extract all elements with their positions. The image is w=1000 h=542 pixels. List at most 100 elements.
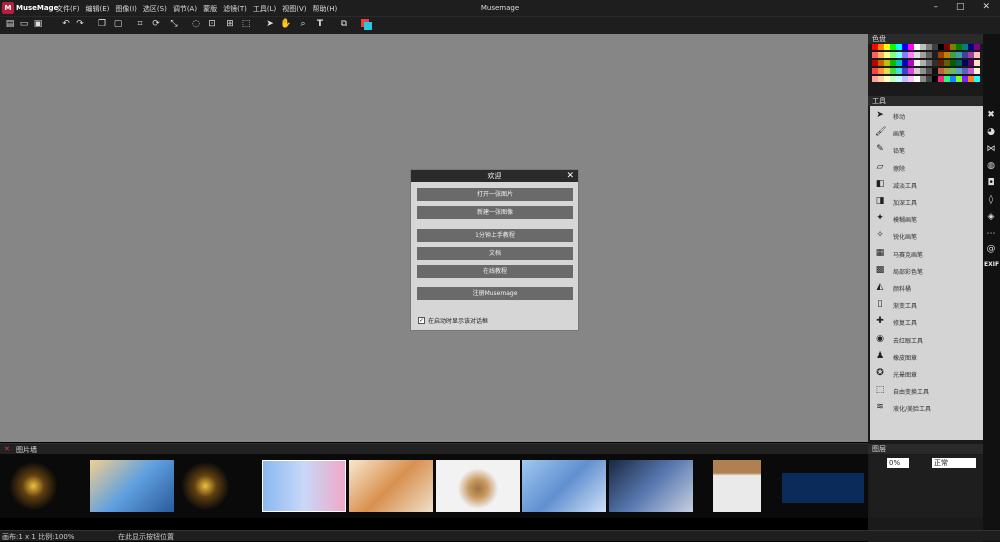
paste-icon[interactable]: ▢ [112,18,124,31]
tool-label: 液化/美脸工具 [893,406,932,414]
tool-item[interactable]: ≋ 液化/美脸工具 [870,399,983,416]
tool-label: 橡皮图章 [893,354,918,362]
startup-checkbox[interactable]: ✓ [418,317,425,324]
tool-label: 渐变工具 [893,303,918,311]
zoom-icon[interactable]: ⌕ [297,18,309,31]
crop-icon[interactable]: ⌗ [134,18,146,31]
red-eye-icon: ◉ [876,333,884,344]
dialog-close-icon[interactable]: ✕ [566,170,574,182]
free-transform-icon: ⬚ [875,385,885,396]
online-tutorial-button[interactable]: 在线教程 [417,265,573,278]
color-wheel-icon[interactable]: ◍ [986,161,996,171]
layers-icon[interactable]: ⧉ [338,18,350,31]
tool-label: 修复工具 [893,320,918,328]
thumbnail[interactable] [176,460,260,512]
tool-item[interactable]: ✎ 铅笔 [870,141,983,158]
tool-item[interactable]: ➤ 移动 [870,107,983,124]
grid-icon[interactable]: ⊞ [224,18,236,31]
tool-item[interactable]: ✧ 锐化画笔 [870,227,983,244]
tool-label: 自由变换工具 [893,389,930,397]
thumbnail[interactable] [782,473,864,503]
transform-icon[interactable]: ⊡ [206,18,218,31]
camera-icon[interactable]: ◘ [986,178,996,188]
close-button[interactable]: ✕ [982,2,990,12]
redo-icon[interactable]: ↷ [74,18,86,31]
tool-item[interactable]: ◭ 颜料桶 [870,279,983,296]
pencil-icon: ✎ [876,144,884,155]
new-image-button[interactable]: 新建一张图像 [417,206,573,219]
tool-item[interactable]: ▩ 局部彩色笔 [870,262,983,279]
stamp-icon: ♟ [875,350,885,361]
palette-swatch[interactable] [974,44,980,50]
thumbnail[interactable] [90,460,174,512]
tool-item[interactable]: ✪ 光晕图章 [870,365,983,382]
register-button[interactable]: 注册Musemage [417,287,573,300]
docs-button[interactable]: 文档 [417,247,573,260]
tool-item[interactable]: ▦ 马赛克画笔 [870,245,983,262]
tool-label: 模糊画笔 [893,217,918,225]
startup-checkbox-row[interactable]: ✓ 在启动时显示该对话框 [418,316,488,325]
filmstrip-close-icon[interactable]: ✕ [4,445,10,453]
tool-item[interactable]: ⬚ 自由变换工具 [870,382,983,399]
cross-tools-icon[interactable]: ✖ [986,110,996,120]
palette-swatch[interactable] [974,52,980,58]
undo-icon[interactable]: ↶ [60,18,72,31]
open-image-button[interactable]: 打开一张图片 [417,188,573,201]
pointer-icon[interactable]: ➤ [264,18,276,31]
drops-icon[interactable]: ◊ [986,195,996,205]
thumbnail[interactable] [4,460,88,512]
tutorial-button[interactable]: 1分钟上手教程 [417,229,573,242]
thumbnail[interactable] [349,460,433,512]
more-icon[interactable]: ⋯ [986,229,996,239]
palette-swatch[interactable] [974,68,980,74]
tools-header: 工具 [868,96,983,106]
open-icon[interactable]: ▭ [18,18,30,31]
bow-icon[interactable]: ⋈ [986,144,996,154]
tool-item[interactable]: ◧ 减淡工具 [870,176,983,193]
thumbnail[interactable] [713,460,761,512]
maximize-button[interactable]: □ [956,2,965,12]
dodge-icon: ◧ [875,178,885,189]
palette-icon[interactable]: ◕ [986,127,996,137]
tool-item[interactable]: ◉ 去红眼工具 [870,331,983,348]
palette-swatch[interactable] [974,76,980,82]
tool-label: 减淡工具 [893,182,918,190]
tool-label: 颜料桶 [893,286,912,293]
tool-item[interactable]: ▯ 渐变工具 [870,296,983,313]
palette-swatch[interactable] [974,60,980,66]
tool-item[interactable]: ▱ 擦除 [870,159,983,176]
tool-item[interactable]: ✦ 模糊画笔 [870,210,983,227]
tool-item[interactable]: 🖌 画笔 [870,124,983,141]
repair-icon: ✚ [876,316,884,327]
copy-icon[interactable]: ❐ [96,18,108,31]
tool-item[interactable]: ♟ 橡皮图章 [870,348,983,365]
diamond-icon[interactable]: ◈ [986,212,996,222]
text-icon[interactable]: T [314,18,326,31]
select-icon[interactable]: ◌ [190,18,202,31]
tool-label: 铅笔 [893,148,906,156]
blend-mode-select[interactable]: 正常 [932,458,976,468]
new-icon[interactable]: ▤ [4,18,16,31]
minimize-button[interactable]: – [933,2,938,12]
resize-icon[interactable]: ⤡ [168,18,180,31]
color-swap-icon[interactable] [360,18,372,31]
thumbnail[interactable] [609,460,693,512]
at-icon[interactable]: @ [986,244,996,254]
palette-header: 色盘 [868,34,983,44]
exif-label[interactable]: EXIF [984,261,999,268]
thumbnail[interactable] [436,460,520,512]
save-icon[interactable]: ▣ [32,18,44,31]
paint-bucket-icon: ◭ [876,282,884,292]
frame-icon[interactable]: ⬚ [240,18,252,31]
thumbnail[interactable] [262,460,346,512]
tool-label: 锐化画笔 [893,234,918,242]
opacity-field[interactable]: 0% [887,458,909,468]
tool-item[interactable]: ◨ 加深工具 [870,193,983,210]
hand-icon[interactable]: ✋ [280,18,292,31]
color-palette[interactable] [872,44,980,84]
rotate-icon[interactable]: ⟳ [150,18,162,31]
tool-label: 擦除 [893,165,906,173]
tool-label: 去红眼工具 [893,337,924,345]
thumbnail[interactable] [522,460,606,512]
tool-item[interactable]: ✚ 修复工具 [870,313,983,330]
